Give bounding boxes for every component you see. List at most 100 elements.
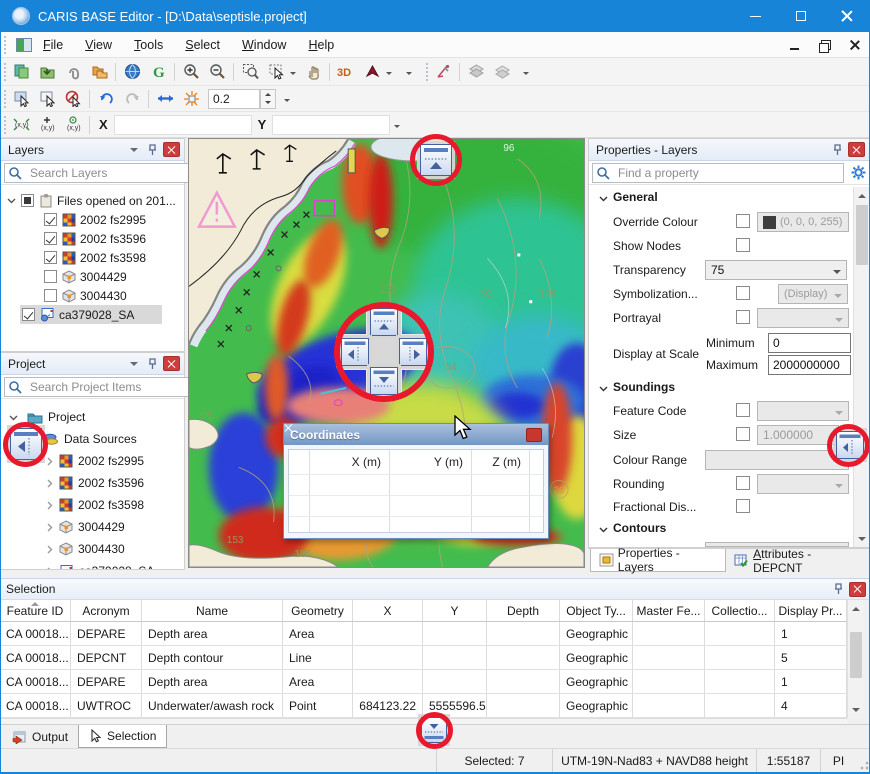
menu-help[interactable]: Help [297, 32, 345, 58]
coordinates-close-button[interactable] [526, 428, 542, 442]
tree-checkbox[interactable] [21, 194, 34, 207]
tree-item-2002-fs3596[interactable]: 2002 fs3596 [1, 229, 184, 248]
portrayal-dropdown[interactable] [757, 308, 849, 328]
properties-scrollbar[interactable] [853, 187, 869, 547]
symbolization-checkbox[interactable] [736, 286, 750, 300]
selection-panel-header[interactable]: Selection [0, 578, 870, 600]
scroll-up-button[interactable] [848, 600, 864, 616]
paste-button[interactable] [8, 60, 34, 84]
menu-select[interactable]: Select [174, 32, 231, 58]
scrollbar-thumb[interactable] [850, 632, 862, 678]
pin-button[interactable] [144, 356, 160, 372]
pan-button[interactable] [300, 60, 326, 84]
tree-item-2002-fs2995[interactable]: 2002 fs2995 [1, 210, 184, 229]
section-expanded-icon[interactable] [599, 525, 608, 534]
snap-point-button[interactable] [178, 87, 204, 111]
selection-scrollbar[interactable] [847, 600, 863, 718]
panel-menu-button[interactable] [126, 356, 142, 372]
pin-button[interactable] [829, 142, 845, 158]
dock-right-button[interactable] [399, 338, 427, 366]
panel-close-button[interactable] [163, 356, 180, 371]
show-nodes-checkbox[interactable] [736, 238, 750, 252]
toolbar-overflow[interactable] [284, 99, 290, 105]
rounding-checkbox[interactable] [736, 476, 750, 490]
globe-button[interactable] [119, 60, 145, 84]
dock-panel-left-button[interactable] [10, 428, 42, 460]
symbolization-dropdown[interactable]: (Display) [778, 284, 848, 304]
tree-checkbox[interactable] [44, 251, 57, 264]
tree-item-project-root[interactable]: Project [1, 406, 184, 428]
google-earth-button[interactable]: G [145, 60, 171, 84]
select-tool-dropdown[interactable] [290, 72, 296, 78]
import-button[interactable] [34, 60, 60, 84]
tree-item-3004429[interactable]: 3004429 [1, 267, 184, 286]
scrollbar-thumb[interactable] [856, 205, 868, 265]
panel-close-button[interactable] [848, 142, 865, 157]
table-row[interactable]: CA 00018...DEPCNTDepth contourLineGeogra… [0, 646, 847, 670]
x-coordinate-input[interactable] [114, 115, 252, 135]
column-header-name[interactable]: Name [142, 600, 283, 621]
zoom-area-button[interactable] [237, 60, 263, 84]
feature-code-checkbox[interactable] [736, 403, 750, 417]
tree-item-files-opened[interactable]: Files opened on 201... [1, 191, 184, 210]
close-button[interactable] [824, 0, 870, 32]
zoom-out-button[interactable] [204, 60, 230, 84]
mdi-restore-button[interactable] [816, 38, 832, 52]
size-checkbox[interactable] [736, 427, 750, 441]
override-colour-value[interactable]: (0, 0, 0, 255) [757, 212, 849, 232]
table-row[interactable]: CA 00018...UWTROCUnderwater/awash rockPo… [0, 694, 847, 718]
select-tool-button[interactable] [263, 60, 289, 84]
scroll-down-button[interactable] [854, 531, 870, 547]
tree-item-2002-fs3598[interactable]: 2002 fs3598 [1, 248, 184, 267]
target-xy-button[interactable]: (x,y) [60, 113, 86, 137]
column-header-geometry[interactable]: Geometry [283, 600, 353, 621]
feature-code-dropdown[interactable] [757, 401, 849, 421]
minimize-button[interactable] [732, 0, 778, 32]
layers-panel-header[interactable]: Layers [1, 139, 184, 161]
column-header-depth[interactable]: Depth [487, 600, 560, 621]
rounding-dropdown[interactable] [757, 474, 849, 494]
size-input[interactable]: 1.000000 [757, 425, 839, 445]
mdi-close-button[interactable] [846, 38, 862, 52]
tab-output[interactable]: Output [2, 725, 78, 748]
portrayal-checkbox[interactable] [736, 310, 750, 324]
column-header-acronym[interactable]: Acronym [71, 600, 142, 621]
y-coordinate-input[interactable] [272, 115, 390, 135]
menu-window[interactable]: Window [231, 32, 297, 58]
digitize-button[interactable] [430, 60, 456, 84]
settings-button[interactable] [850, 165, 866, 181]
override-colour-checkbox[interactable] [736, 214, 750, 228]
3d-view-button[interactable]: 3D [333, 60, 359, 84]
north-arrow-dropdown[interactable] [386, 72, 392, 78]
panel-close-button[interactable] [163, 142, 180, 157]
select-clear-button[interactable] [60, 87, 86, 111]
project-panel-header[interactable]: Project [1, 353, 184, 375]
select-add-button[interactable] [34, 87, 60, 111]
snap-tolerance-input[interactable]: 0.2 [208, 89, 260, 109]
pin-button[interactable] [144, 142, 160, 158]
menu-file[interactable]: File [32, 32, 74, 58]
tree-item-project-3004430[interactable]: 3004430 [1, 538, 184, 560]
move-feature-button[interactable] [152, 87, 178, 111]
tree-checkbox[interactable] [44, 213, 57, 226]
section-soundings[interactable]: Soundings [613, 380, 675, 394]
tab-properties-layers[interactable]: Properties - Layers [590, 549, 726, 572]
tree-item-ca379028-sa[interactable]: ca379028_SA [1, 305, 184, 324]
select-new-button[interactable] [8, 87, 34, 111]
dock-top-button[interactable] [420, 144, 452, 176]
minimum-input[interactable]: 0 [768, 333, 851, 353]
layers-search-input[interactable] [26, 166, 189, 180]
maximum-input[interactable]: 2000000000 [768, 355, 851, 375]
tree-item-project-ca379028-sa[interactable]: ca379028_SA [1, 560, 184, 569]
column-header-display-priority[interactable]: Display Pr... [775, 600, 847, 621]
pin-button[interactable] [830, 581, 846, 597]
properties-panel-header[interactable]: Properties - Layers [589, 139, 869, 161]
tab-attributes-depcnt[interactable]: Attributes - DEPCNT [726, 549, 870, 572]
tree-item-project-2002-fs3598[interactable]: 2002 fs3598 [1, 494, 184, 516]
properties-search-box[interactable] [592, 163, 844, 183]
move-xy-button[interactable]: (x,y) [8, 113, 34, 137]
add-xy-button[interactable]: (x,y) [34, 113, 60, 137]
fractional-checkbox[interactable] [736, 499, 750, 513]
project-search-input[interactable] [26, 380, 189, 394]
snap-tolerance-stepper[interactable] [260, 89, 276, 109]
